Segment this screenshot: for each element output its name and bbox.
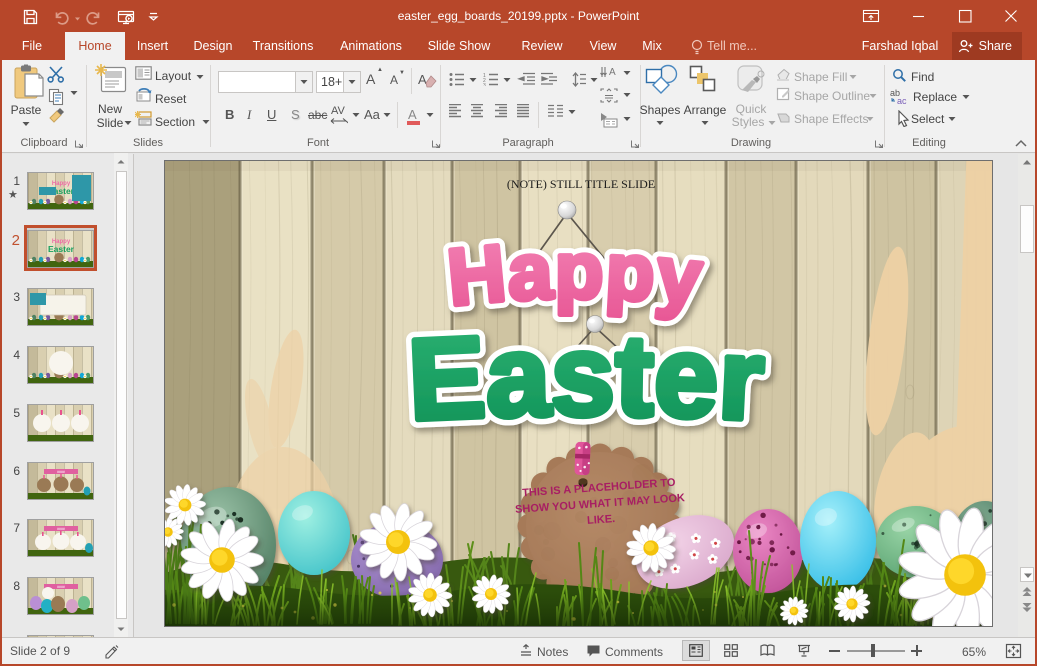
svg-text:LIKE.: LIKE. <box>587 513 616 527</box>
svg-text:A: A <box>609 67 616 78</box>
svg-text:Easter: Easter <box>406 312 767 445</box>
svg-text:A: A <box>418 72 427 87</box>
svg-text:Happy: Happy <box>444 226 707 322</box>
svg-text:####: #### <box>57 527 65 531</box>
svg-text:ac: ac <box>897 96 907 105</box>
svg-text:####: #### <box>57 470 65 474</box>
svg-text:####: #### <box>57 585 65 589</box>
svg-text:(NOTE) STILL TITLE SLIDE: (NOTE) STILL TITLE SLIDE <box>507 177 655 191</box>
svg-text:3: 3 <box>483 83 486 86</box>
svg-text:Easter: Easter <box>48 244 75 254</box>
